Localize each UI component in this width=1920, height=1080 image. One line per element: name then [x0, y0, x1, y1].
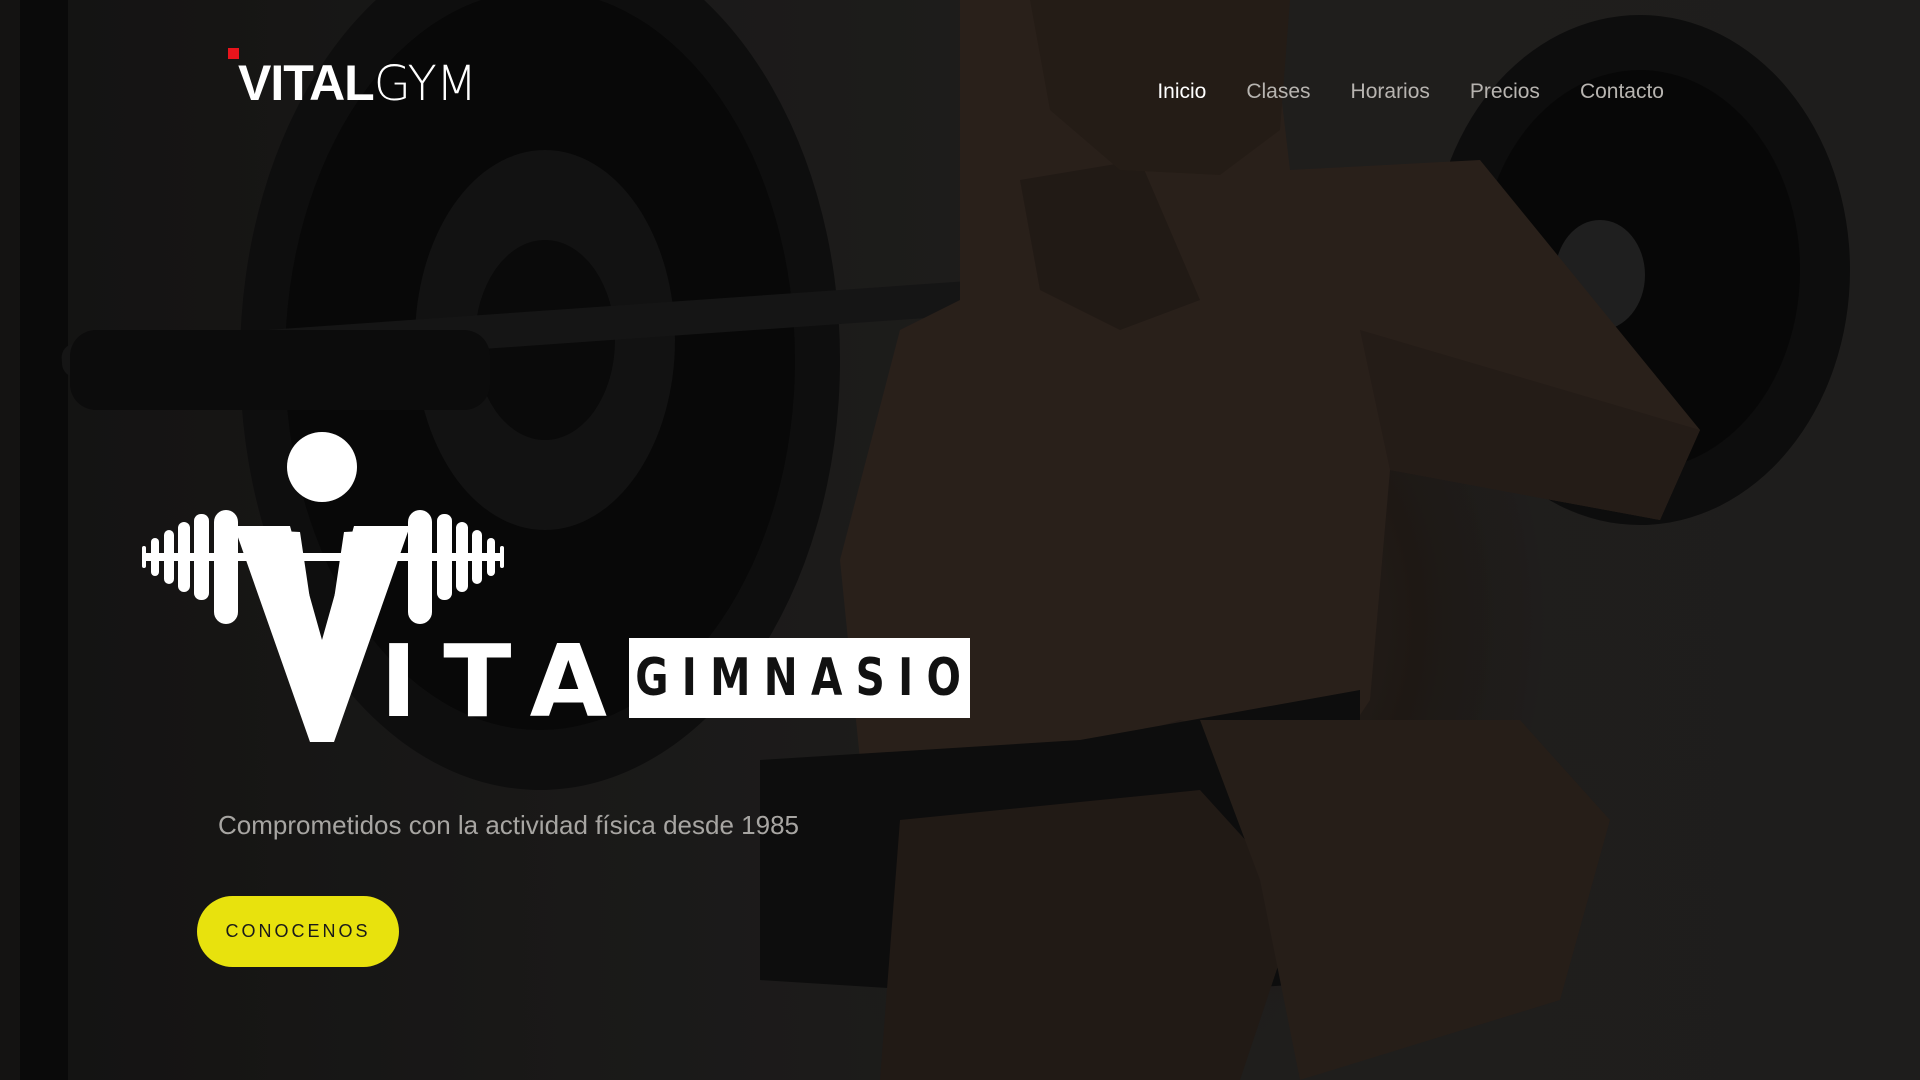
brand-name-light: GYM	[373, 56, 478, 112]
nav-item-horarios[interactable]: Horarios	[1351, 80, 1430, 104]
conocenos-button[interactable]: CONOCENOS	[197, 896, 399, 967]
nav-item-clases[interactable]: Clases	[1246, 80, 1310, 104]
brand-name-bold: VITAL	[238, 55, 375, 111]
main-nav: Inicio Clases Horarios Precios Contacto	[1157, 80, 1664, 104]
nav-item-contacto[interactable]: Contacto	[1580, 80, 1664, 104]
brand-logo[interactable]: VITAL GYM	[226, 44, 478, 112]
gimnasio-box: GIMNASIO	[629, 638, 970, 718]
brand-accent-square	[228, 48, 239, 59]
nav-item-inicio[interactable]: Inicio	[1157, 80, 1206, 104]
logo-head-circle	[287, 432, 357, 502]
nav-item-precios[interactable]: Precios	[1470, 80, 1540, 104]
vital-gimnasio-logo: ITAL	[142, 432, 610, 742]
gimnasio-text: GIMNASIO	[635, 648, 975, 708]
logo-word-ital: ITAL	[380, 623, 610, 740]
hero-tagline: Comprometidos con la actividad física de…	[218, 810, 799, 840]
